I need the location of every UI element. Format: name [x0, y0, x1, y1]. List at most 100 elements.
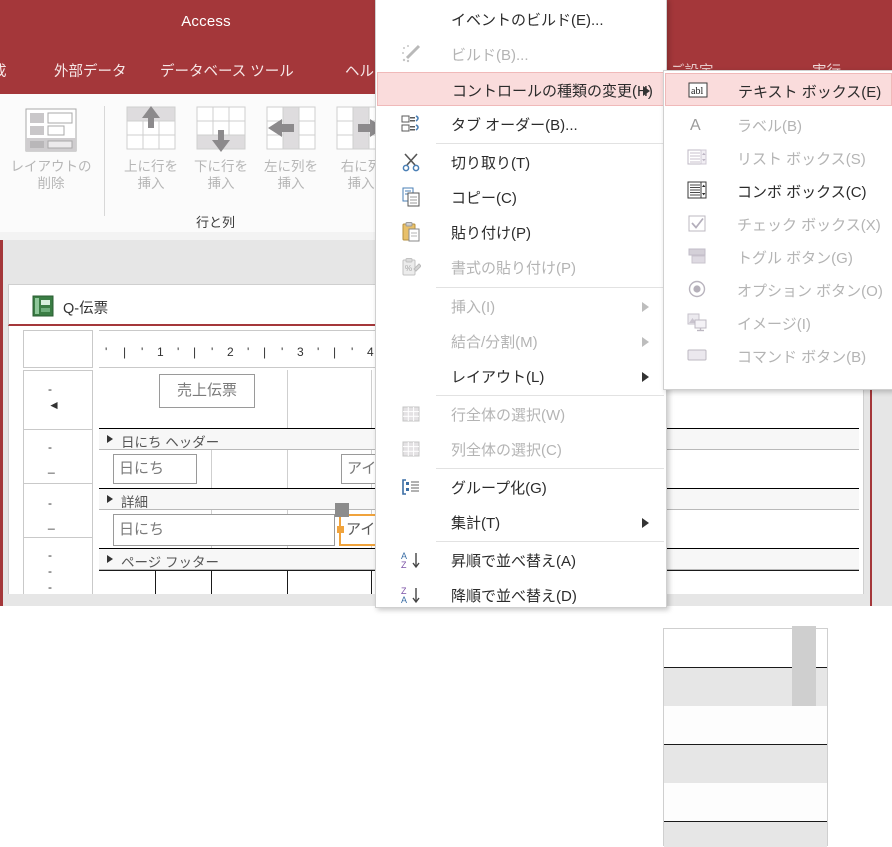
query-icon [31, 294, 55, 318]
submenu-image-label: イメージ(I) [737, 316, 811, 333]
access-window: Access 成 外部データ データベース ツール ヘル ご設定 実行 [0, 0, 892, 847]
submenu-check-box: チェック ボックス(X) [665, 207, 892, 240]
menu-tab-order[interactable]: タブ オーダー(B)... [377, 107, 665, 141]
tab-database-tools[interactable]: データベース ツール [160, 60, 294, 81]
menu-build: ビルド(B)... [377, 37, 665, 71]
svg-text:abl: abl [691, 86, 703, 97]
submenu-check-box-label: チェック ボックス(X) [737, 217, 881, 234]
menu-separator [436, 468, 664, 469]
tab-order-icon [401, 114, 421, 134]
control-date-field[interactable]: 日にち [113, 514, 335, 546]
control-date-header-label[interactable]: 日にち [113, 454, 197, 484]
property-row[interactable] [664, 706, 827, 745]
menu-select-entire-row: 行全体の選択(W) [377, 397, 665, 431]
property-row[interactable] [664, 745, 827, 783]
menu-paste-label: 貼り付け(P) [451, 225, 531, 242]
context-menu[interactable]: イベントのビルド(E)... ビルド(B)... コントロールの種類の変更(H) [375, 0, 667, 608]
tab-external-data[interactable]: 外部データ [54, 60, 127, 81]
submenu-list-box: リスト ボックス(S) [665, 141, 892, 174]
menu-copy[interactable]: コピー(C) [377, 180, 665, 214]
label-icon: A [687, 114, 707, 134]
menu-separator [436, 143, 664, 144]
menu-group-label: グループ化(G) [451, 480, 547, 497]
insert-row-below-icon [196, 106, 246, 154]
property-row[interactable] [664, 783, 827, 822]
select-column-icon [401, 439, 421, 459]
change-control-type-submenu[interactable]: abl テキスト ボックス(E) A ラベル(B) リスト ボックス(S) コン… [663, 70, 892, 390]
sort-az-icon: A Z [401, 550, 421, 570]
insert-column-left-icon [266, 106, 316, 154]
text-box-icon: abl [688, 80, 708, 100]
chevron-right-icon [642, 372, 649, 382]
tab-help[interactable]: ヘル [345, 60, 374, 81]
submenu-list-box-label: リスト ボックス(S) [737, 151, 866, 168]
band-collapse-icon [107, 435, 113, 443]
insert-row-below-button[interactable]: 下に行を 挿入 [188, 158, 254, 192]
hruler-tick-3: 3 [297, 345, 304, 359]
menu-cut[interactable]: 切り取り(T) [377, 145, 665, 179]
menu-change-control-type[interactable]: コントロールの種類の変更(H) [377, 72, 665, 106]
group-icon [401, 477, 421, 497]
menu-build-event[interactable]: イベントのビルド(E)... [377, 2, 665, 36]
wand-icon [401, 44, 421, 64]
submenu-toggle-button: トグル ボタン(G) [665, 240, 892, 273]
insert-row-above-button[interactable]: 上に行を 挿入 [118, 158, 184, 192]
menu-group[interactable]: グループ化(G) [377, 470, 665, 504]
command-button-icon [687, 345, 707, 365]
svg-text:A: A [690, 117, 701, 134]
chevron-right-icon [642, 302, 649, 312]
submenu-toggle-button-label: トグル ボタン(G) [737, 250, 853, 267]
insert-column-right-label-2: 挿入 [347, 176, 375, 191]
menu-totals-label: 集計(T) [451, 515, 501, 532]
submenu-command-button-label: コマンド ボタン(B) [737, 349, 867, 366]
menu-layout[interactable]: レイアウト(L) [377, 359, 665, 393]
menu-sort-descending[interactable]: Z A 降順で並べ替え(D) [377, 578, 665, 612]
menu-select-entire-row-label: 行全体の選択(W) [451, 407, 566, 424]
image-icon [687, 312, 707, 332]
insert-row-above-icon [126, 106, 176, 154]
copy-icon [401, 187, 421, 207]
hruler-tick-4: 4 [367, 345, 374, 359]
menu-build-event-label: イベントのビルド(E)... [451, 12, 604, 29]
sort-za-icon: Z A [401, 585, 421, 605]
document-tab-label: Q-伝票 [63, 301, 109, 317]
menu-paste[interactable]: 貼り付け(P) [377, 215, 665, 249]
menu-sort-ascending[interactable]: A Z 昇順で並べ替え(A) [377, 543, 665, 577]
check-box-icon [687, 213, 707, 233]
menu-totals[interactable]: 集計(T) [377, 505, 665, 539]
hruler-tick-1: 1 [157, 345, 164, 359]
submenu-text-box[interactable]: abl テキスト ボックス(E) [665, 73, 892, 106]
menu-sort-ascending-label: 昇順で並べ替え(A) [451, 553, 576, 570]
menu-select-entire-column: 列全体の選択(C) [377, 432, 665, 466]
resize-handle-left[interactable] [337, 526, 344, 533]
remove-layout-button[interactable]: レイアウトの 削除 [2, 158, 100, 192]
menu-merge-split-label: 結合/分割(M) [451, 334, 538, 351]
menu-change-control-type-label: コントロールの種類の変更(H) [452, 83, 653, 100]
insert-row-below-label-1: 下に行を [194, 159, 248, 174]
control-title-label[interactable]: 売上伝票 [159, 374, 255, 408]
svg-text:A: A [401, 595, 407, 605]
submenu-label: A ラベル(B) [665, 108, 892, 141]
window-edge-left [0, 240, 3, 606]
menu-merge-split: 結合/分割(M) [377, 324, 665, 358]
submenu-combo-box[interactable]: コンボ ボックス(C) [665, 174, 892, 207]
move-handle[interactable] [335, 503, 349, 517]
clipboard-icon [401, 222, 421, 242]
chevron-right-icon [643, 86, 650, 96]
menu-paste-formatting: % 書式の貼り付け(P) [377, 250, 665, 284]
submenu-command-button: コマンド ボタン(B) [665, 339, 892, 372]
ruler-corner [23, 330, 93, 368]
remove-layout-label-2: 削除 [37, 176, 65, 191]
select-row-icon [401, 404, 421, 424]
property-row[interactable] [664, 822, 827, 847]
insert-column-left-label-1: 左に列を [264, 159, 318, 174]
insert-column-left-button[interactable]: 左に列を 挿入 [258, 158, 324, 192]
tab-create[interactable]: 成 [0, 60, 7, 81]
property-sheet-scrollbar[interactable] [792, 626, 816, 706]
ribbon-group-label: 行と列 [196, 215, 236, 230]
menu-layout-label: レイアウト(L) [451, 369, 545, 386]
chevron-right-icon [642, 518, 649, 528]
insert-row-below-label-2: 挿入 [207, 176, 235, 191]
option-button-icon [687, 279, 707, 299]
app-title: Access [181, 13, 231, 30]
